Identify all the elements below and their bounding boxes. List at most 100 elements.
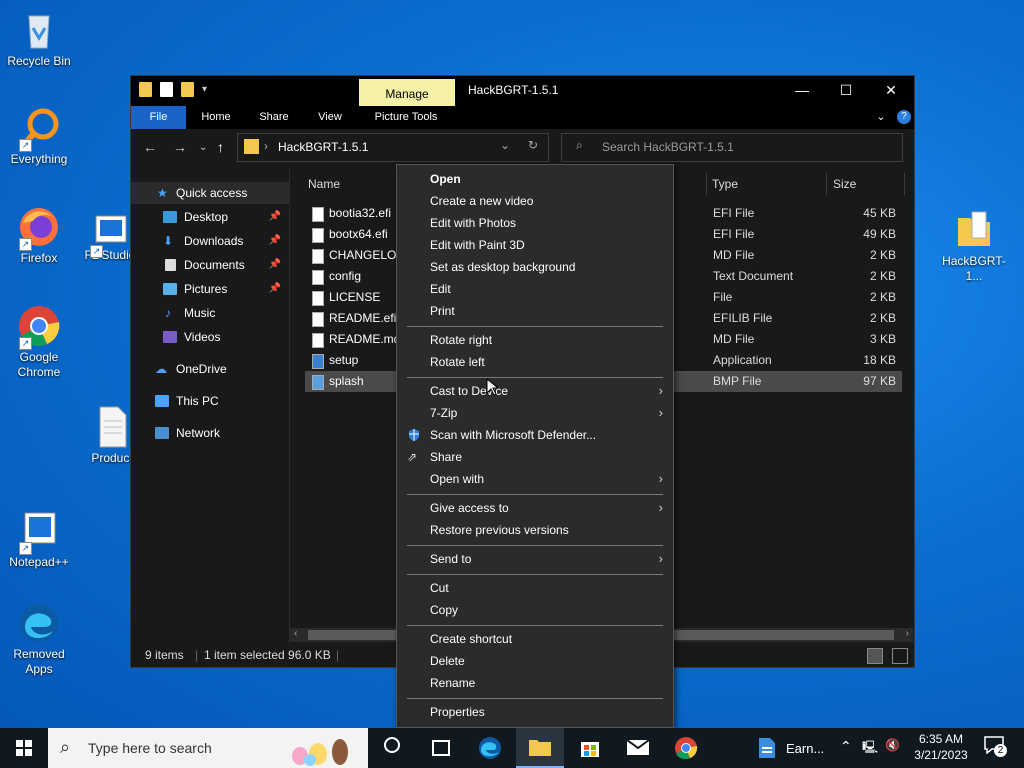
menu-item-print[interactable]: Print [397,300,673,322]
taskbar-store[interactable] [566,728,614,768]
scroll-right-icon[interactable]: › [906,628,909,639]
navigation-pane: ★ Quick access Desktop 📌 ⬇ Downloads 📌 D… [131,169,290,644]
search-icon: ⌕ [60,737,71,757]
volume-muted-icon[interactable]: 🔇 [885,738,900,752]
menu-item-restore-previous-versions[interactable]: Restore previous versions [397,519,673,541]
task-view-button[interactable] [416,728,464,768]
menu-item-scan-with-defender[interactable]: Scan with Microsoft Defender... [397,424,673,446]
taskbar-chrome[interactable] [662,728,710,768]
customize-toolbar-icon[interactable]: ▾ [202,82,207,97]
cortana-button[interactable] [368,728,416,768]
menu-separator [407,625,663,626]
mail-envelope-icon [626,739,650,755]
menu-item-open[interactable]: Open [397,168,673,190]
file-size: 3 KB [869,332,896,346]
nav-item-documents[interactable]: Documents 📌 [131,254,289,276]
menu-item-rename[interactable]: Rename [397,672,673,694]
nav-item-label: Pictures [184,282,228,296]
share-icon: ⇗ [407,450,418,464]
column-divider[interactable] [826,173,827,195]
details-view-icon[interactable] [867,648,883,664]
taskbar-search-input[interactable]: ⌕ Type here to search [48,728,368,768]
notification-badge: 2 [994,744,1007,757]
recent-locations-icon[interactable]: ⌄ [199,142,207,153]
menu-item-share[interactable]: ⇗ Share [397,446,673,468]
menu-item-delete[interactable]: Delete [397,650,673,672]
tab-file[interactable]: File [131,106,186,129]
menu-item-label: Rotate left [430,355,485,369]
desktop-icon-notepad-plus-plus[interactable]: ↗ Notepad++ [1,509,77,570]
scroll-left-icon[interactable]: ‹ [294,628,297,639]
tab-home[interactable]: Home [191,106,241,129]
properties-icon[interactable] [160,82,173,97]
column-header-type[interactable]: Type [712,169,738,199]
refresh-icon[interactable]: ↻ [528,138,538,152]
menu-item-create-new-video[interactable]: Create a new video [397,190,673,212]
menu-item-properties[interactable]: Properties [397,701,673,723]
tab-view[interactable]: View [306,106,354,129]
submenu-chevron-icon: › [658,405,663,420]
nav-item-this-pc[interactable]: This PC [131,390,289,412]
menu-item-edit[interactable]: Edit [397,278,673,300]
tab-share[interactable]: Share [249,106,299,129]
forward-arrow-icon[interactable]: → [173,139,187,155]
address-dropdown-icon[interactable]: ⌄ [500,138,510,152]
new-folder-icon[interactable] [181,82,194,97]
menu-item-cast-to-device[interactable]: Cast to Device › [397,380,673,402]
menu-item-open-with[interactable]: Open with › [397,468,673,490]
desktop-icon-google-chrome[interactable]: ↗ Google Chrome [1,304,77,380]
nav-item-videos[interactable]: Videos [131,326,289,348]
help-icon[interactable]: ? [897,110,911,124]
menu-item-give-access-to[interactable]: Give access to › [397,497,673,519]
menu-item-edit-with-photos[interactable]: Edit with Photos [397,212,673,234]
show-hidden-icons-chevron-icon[interactable]: ⌃ [840,738,852,755]
network-icon [155,427,169,439]
nav-item-music[interactable]: ♪ Music [131,302,289,324]
menu-item-rotate-left[interactable]: Rotate left [397,351,673,373]
close-button[interactable]: ✕ [868,76,914,106]
menu-item-create-shortcut[interactable]: Create shortcut [397,628,673,650]
taskbar-edge[interactable] [466,728,514,768]
notification-center-button[interactable]: 2 [984,736,1007,757]
desktop-icon-firefox[interactable]: ↗ Firefox [1,205,77,266]
column-header-name[interactable]: Name [308,169,340,199]
up-arrow-icon[interactable]: ↑ [217,139,224,155]
menu-item-set-as-desktop-background[interactable]: Set as desktop background [397,256,673,278]
tab-picture-tools[interactable]: Picture Tools [363,106,449,129]
address-bar[interactable]: › HackBGRT-1.5.1 ⌄ ↻ [237,133,549,162]
nav-item-quick-access[interactable]: ★ Quick access [131,182,289,204]
menu-item-edit-with-paint-3d[interactable]: Edit with Paint 3D [397,234,673,256]
column-divider[interactable] [904,173,905,195]
nav-item-downloads[interactable]: ⬇ Downloads 📌 [131,230,289,252]
desktop-icon-recycle-bin[interactable]: Recycle Bin [1,8,77,69]
mouse-cursor-icon [486,378,498,396]
taskbar-mail[interactable] [614,728,662,768]
taskbar-file-explorer[interactable] [516,728,564,768]
large-icons-view-icon[interactable] [892,648,908,664]
back-arrow-icon[interactable]: ← [143,139,157,155]
pin-icon: 📌 [268,211,281,222]
menu-item-7-zip[interactable]: 7-Zip › [397,402,673,424]
network-tray-icon[interactable]: 🖳 [862,738,878,759]
taskbar-earn[interactable]: Earn... [752,728,832,768]
menu-item-cut[interactable]: Cut [397,577,673,599]
start-button[interactable] [0,728,48,768]
desktop-icon-everything[interactable]: ↗ Everything [1,106,77,167]
menu-item-rotate-right[interactable]: Rotate right [397,329,673,351]
desktop-icon-removed-apps[interactable]: Removed Apps [1,601,77,677]
clock[interactable]: 6:35 AM 3/21/2023 [910,731,972,763]
search-input[interactable]: ⌕ Search HackBGRT-1.5.1 [561,133,903,162]
nav-item-desktop[interactable]: Desktop 📌 [131,206,289,228]
column-divider[interactable] [706,173,707,195]
expand-ribbon-icon[interactable]: ⌄ [871,106,891,129]
nav-item-pictures[interactable]: Pictures 📌 [131,278,289,300]
menu-item-send-to[interactable]: Send to › [397,548,673,570]
tab-manage[interactable]: Manage [359,79,455,106]
minimize-button[interactable]: — [779,76,825,106]
maximize-button[interactable]: ☐ [823,76,869,106]
column-header-size[interactable]: Size [833,169,856,199]
nav-item-onedrive[interactable]: ☁ OneDrive [131,358,289,380]
menu-item-copy[interactable]: Copy [397,599,673,621]
nav-item-network[interactable]: Network [131,422,289,444]
desktop-icon-hackbgrt-folder[interactable]: HackBGRT-1... [936,208,1012,284]
